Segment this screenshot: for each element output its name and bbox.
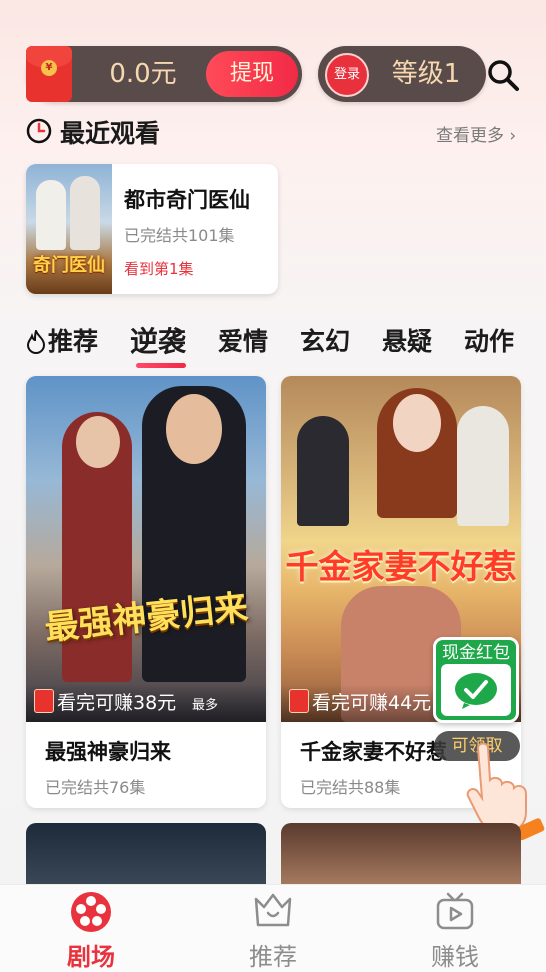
recent-item-progress: 看到第1集	[124, 260, 194, 278]
nav-earn[interactable]: 赚钱	[395, 885, 515, 972]
nav-label: 赚钱	[431, 943, 479, 971]
category-tabs: 推荐 逆袭 爱情 玄幻 悬疑 动作	[26, 322, 526, 372]
drama-title: 最强神豪归来	[45, 740, 171, 764]
chevron-right-icon: ›	[504, 126, 517, 146]
drama-card-next[interactable]	[281, 823, 521, 893]
see-more-link[interactable]: 查看更多 ›	[436, 121, 516, 146]
film-reel-icon	[71, 892, 111, 932]
fire-icon	[26, 330, 46, 354]
recent-section-title: 最近观看	[60, 119, 161, 148]
earn-reward-text: 看完可赚44元	[312, 692, 432, 714]
tab-fantasy[interactable]: 玄幻	[300, 322, 350, 358]
drama-poster: 最强神豪归来 看完可赚38元 最多	[26, 376, 266, 722]
clock-icon	[26, 118, 52, 144]
tab-comeback[interactable]: 逆袭	[130, 320, 186, 360]
red-envelope-icon	[289, 689, 309, 713]
red-envelope-icon[interactable]: ¥	[26, 46, 72, 102]
recent-item-title: 都市奇门医仙	[124, 188, 250, 212]
red-packet-label: 现金红包	[442, 643, 510, 663]
recent-poster-logo: 奇门医仙	[33, 255, 105, 276]
nav-theater[interactable]: 剧场	[31, 885, 151, 972]
crown-tv-icon	[254, 893, 292, 927]
login-button[interactable]: 登录	[325, 53, 369, 97]
active-tab-indicator	[136, 363, 186, 368]
drama-episodes: 已完结共88集	[300, 778, 401, 797]
search-icon[interactable]	[486, 58, 520, 92]
poster-title-text: 千金家妻不好惹	[285, 547, 517, 586]
level-label: 等级1	[391, 59, 461, 89]
nav-recommend[interactable]: 推荐	[213, 885, 333, 972]
earn-max-label: 最多	[192, 698, 219, 713]
play-tv-icon	[436, 892, 474, 930]
nav-label: 剧场	[67, 943, 115, 971]
tab-recommend[interactable]: 推荐	[48, 322, 98, 358]
wechat-pay-icon	[455, 673, 497, 709]
withdraw-button[interactable]: 提现	[206, 51, 298, 97]
drama-episodes: 已完结共76集	[45, 778, 146, 797]
drama-card[interactable]: 最强神豪归来 看完可赚38元 最多 最强神豪归来 已完结共76集	[26, 376, 266, 808]
bottom-navigation: 剧场 推荐 赚钱	[0, 884, 546, 972]
tab-mystery[interactable]: 悬疑	[382, 322, 432, 358]
nav-label: 推荐	[249, 943, 297, 971]
tab-romance[interactable]: 爱情	[218, 322, 268, 358]
tab-action[interactable]: 动作	[464, 322, 514, 358]
recent-item-episodes: 已完结共101集	[124, 226, 235, 245]
drama-title: 千金家妻不好惹	[300, 740, 447, 764]
earn-reward-text: 看完可赚38元	[57, 692, 177, 714]
red-envelope-icon	[34, 689, 54, 713]
drama-card-next[interactable]	[26, 823, 266, 893]
see-more-label: 查看更多	[436, 126, 504, 146]
balance-amount: 0.0元	[109, 59, 177, 89]
recent-item-poster: 奇门医仙	[26, 164, 112, 294]
